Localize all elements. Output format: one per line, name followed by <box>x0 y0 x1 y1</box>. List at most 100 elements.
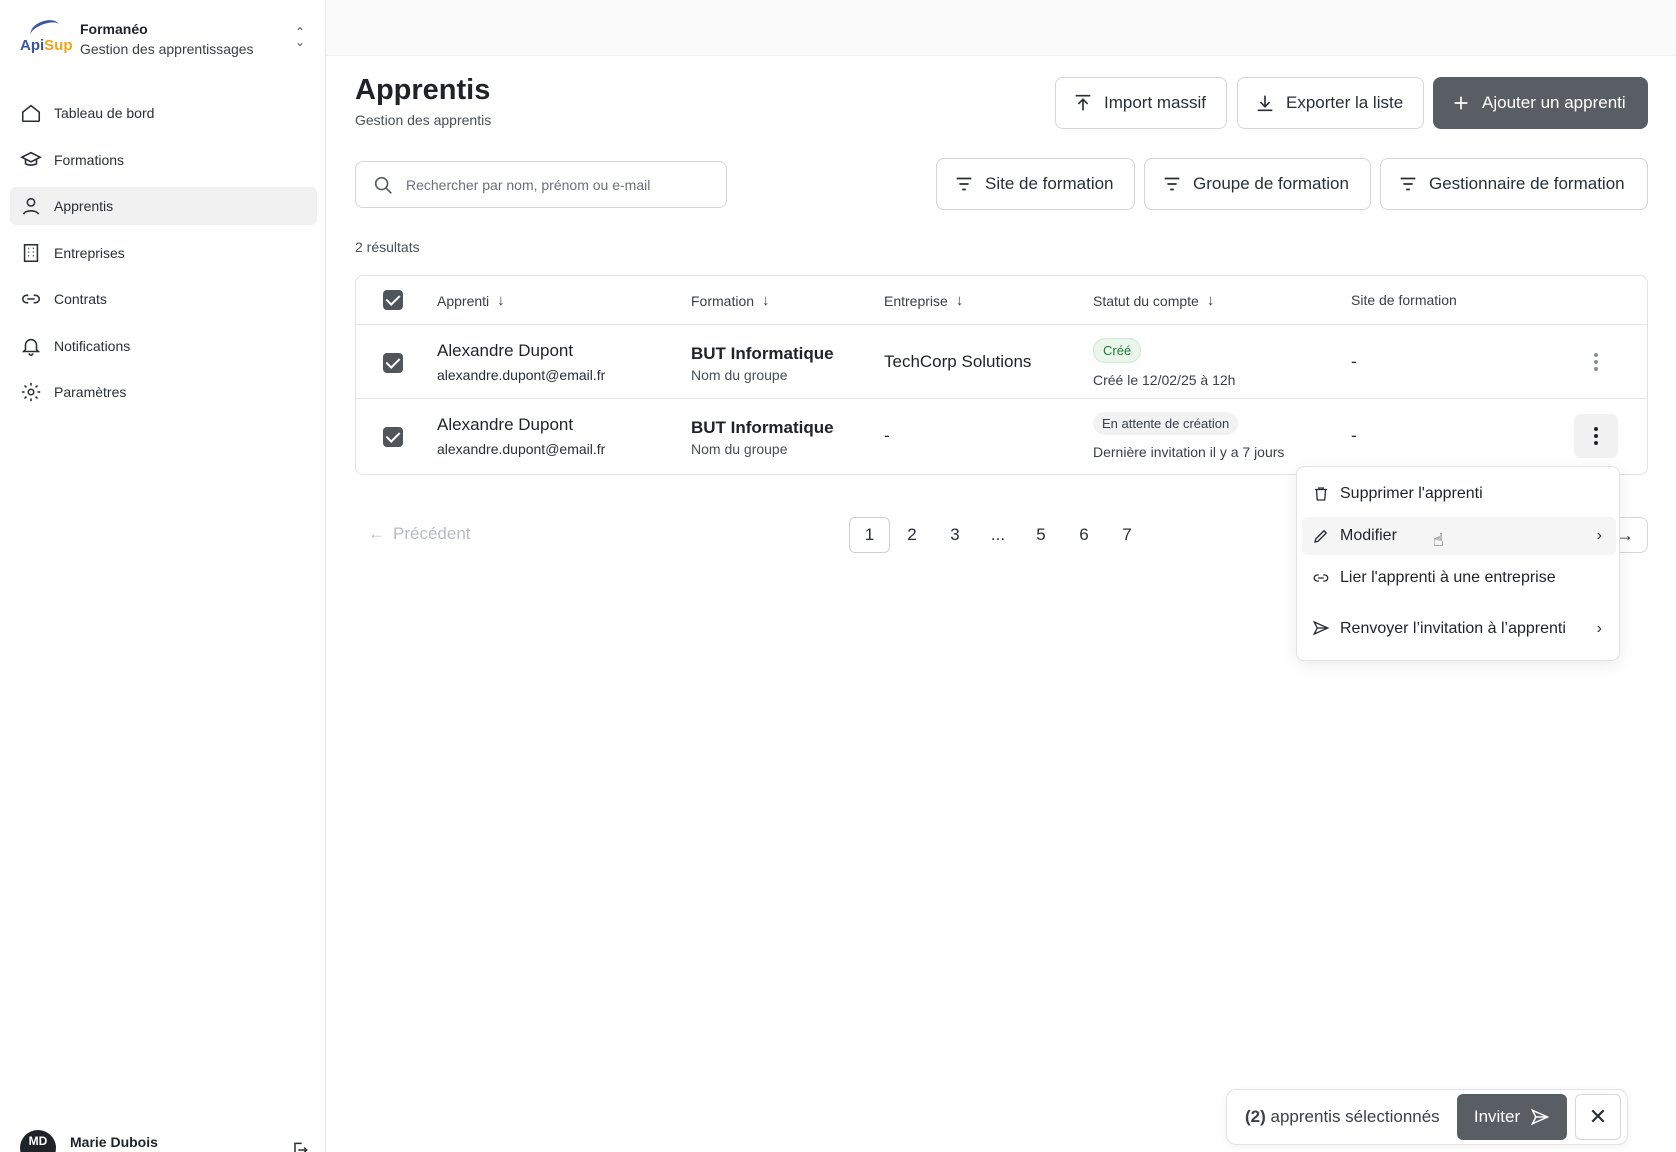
hand-cursor-icon: ☝ <box>1433 530 1444 550</box>
page-ellipsis: ... <box>990 525 1006 544</box>
apprentis-table: Apprenti ↓ Formation ↓ Entreprise ↓ Statut … <box>355 275 1648 475</box>
nav-item-parametres[interactable]: Paramètres <box>10 373 317 411</box>
chevron-right-icon: › <box>1596 527 1602 544</box>
button-label: Précédent <box>393 524 471 543</box>
link-icon <box>21 294 41 304</box>
plus-icon <box>1454 96 1468 110</box>
org-subtitle: Gestion des apprentissages <box>80 41 254 57</box>
button-label: Site de formation <box>985 174 1114 193</box>
nav-item-formations[interactable]: Formations <box>10 141 317 179</box>
apprenti-name: Alexandre Dupont <box>437 415 574 434</box>
menu-item-resend-invite[interactable]: Renvoyer l’invitation à l’apprenti › <box>1302 601 1616 655</box>
invite-button[interactable]: Inviter <box>1457 1094 1567 1140</box>
page-button[interactable]: 6 <box>1063 517 1105 553</box>
button-label: Groupe de formation <box>1193 174 1349 193</box>
groupe-name: Nom du groupe <box>691 367 788 383</box>
org-switcher[interactable]: ApiSup Formanéo Gestion des apprentissag… <box>18 16 310 60</box>
gear-icon <box>21 382 41 402</box>
filter-gestionnaire-button[interactable]: Gestionnaire de formation <box>1380 158 1648 210</box>
add-apprenti-button[interactable]: Ajouter un apprenti <box>1433 77 1648 129</box>
selection-bar: (2) apprentis sélectionnés Inviter ✕ <box>1226 1089 1628 1145</box>
pencil-icon <box>1314 529 1328 543</box>
page-button[interactable]: 2 <box>891 517 933 553</box>
page-button[interactable]: 5 <box>1020 517 1062 553</box>
nav-item-contrats[interactable]: Contrats <box>10 280 317 318</box>
formation-name: BUT Informatique <box>691 418 834 437</box>
close-icon: ✕ <box>1588 1104 1608 1129</box>
site-value: - <box>1351 352 1357 371</box>
page-button[interactable]: 7 <box>1106 517 1148 553</box>
upload-icon <box>1075 94 1091 111</box>
column-formation[interactable]: Formation ↓ <box>691 292 770 309</box>
chevron-right-icon: › <box>1596 619 1602 637</box>
nav-item-notifications[interactable]: Notifications <box>10 327 317 365</box>
entreprise-name: TechCorp Solutions <box>884 352 1032 371</box>
close-selection-button[interactable]: ✕ <box>1575 1094 1621 1140</box>
send-icon <box>1531 1108 1550 1126</box>
more-actions-button[interactable] <box>1574 340 1618 384</box>
bell-icon <box>21 338 41 356</box>
status-badge: Créé <box>1093 338 1142 363</box>
row-checkbox[interactable] <box>383 353 403 373</box>
nav-item-apprentis[interactable]: Apprentis <box>10 187 317 225</box>
graduation-cap-icon <box>20 151 42 166</box>
home-icon <box>21 104 41 123</box>
nav-label: Notifications <box>54 337 131 354</box>
page-button[interactable]: 1 <box>849 517 890 553</box>
site-value: - <box>1351 426 1357 445</box>
org-name: Formanéo <box>80 21 148 37</box>
page-button[interactable]: 3 <box>934 517 976 553</box>
menu-label: Supprimer l'apprenti <box>1340 485 1483 502</box>
filter-icon <box>1400 177 1416 191</box>
nav-label: Formations <box>54 151 125 168</box>
user-icon <box>22 197 40 215</box>
nav-item-entreprises[interactable]: Entreprises <box>10 234 317 272</box>
status-detail: Dernière invitation il y a 7 jours <box>1093 444 1285 460</box>
row-checkbox[interactable] <box>383 427 403 447</box>
table-header: Apprenti ↓ Formation ↓ Entreprise ↓ Statut … <box>356 276 1647 325</box>
selection-count: (2) apprentis sélectionnés <box>1245 1107 1440 1126</box>
column-apprenti[interactable]: Apprenti ↓ <box>437 292 505 309</box>
column-entreprise[interactable]: Entreprise ↓ <box>884 292 963 309</box>
menu-item-edit[interactable]: Modifier › <box>1302 517 1616 555</box>
button-label: Inviter <box>1473 1107 1521 1126</box>
previous-page-button[interactable]: ← Précédent <box>368 524 471 544</box>
menu-item-link-company[interactable]: Lier l'apprenti à une entreprise <box>1302 559 1616 597</box>
table-row[interactable]: Alexandre Dupont alexandre.dupont@email.… <box>356 325 1647 399</box>
select-all-checkbox[interactable] <box>383 290 403 310</box>
import-massif-button[interactable]: Import massif <box>1055 77 1227 129</box>
filter-icon <box>956 177 972 191</box>
search-input[interactable] <box>406 176 706 193</box>
top-bar <box>326 0 1676 56</box>
apprenti-email: alexandre.dupont@email.fr <box>437 367 606 383</box>
sort-arrow-icon: ↓ <box>497 292 505 309</box>
export-list-button[interactable]: Exporter la liste <box>1237 77 1424 129</box>
search-box <box>355 161 727 208</box>
avatar: MD <box>20 1130 56 1152</box>
nav-label: Paramètres <box>54 384 127 400</box>
filter-site-button[interactable]: Site de formation <box>936 158 1135 210</box>
sort-arrow-icon: ↓ <box>1206 292 1215 309</box>
button-label: Import massif <box>1104 93 1207 112</box>
user-name: Marie Dubois <box>70 1134 158 1150</box>
status-detail: Créé le 12/02/25 à 12h <box>1093 372 1236 388</box>
filter-groupe-button[interactable]: Groupe de formation <box>1144 158 1371 210</box>
building-icon <box>23 243 39 262</box>
more-actions-button[interactable] <box>1574 414 1618 458</box>
column-statut[interactable]: Statut du compte ↓ <box>1093 292 1214 309</box>
logout-icon[interactable] <box>290 1140 310 1152</box>
search-icon <box>374 176 392 194</box>
trash-icon <box>1315 487 1327 501</box>
sidebar: ApiSup Formanéo Gestion des apprentissag… <box>0 0 326 1152</box>
menu-label: Lier l'apprenti à une entreprise <box>1340 569 1556 586</box>
button-label: Gestionnaire de formation <box>1429 174 1625 193</box>
entreprise-name: - <box>884 426 890 445</box>
menu-item-delete[interactable]: Supprimer l'apprenti <box>1302 475 1616 513</box>
button-label: Ajouter un apprenti <box>1482 93 1626 112</box>
send-icon <box>1312 620 1330 636</box>
table-row[interactable]: Alexandre Dupont alexandre.dupont@email.… <box>356 400 1647 474</box>
user-profile[interactable]: MD Marie Dubois <box>20 1130 310 1152</box>
nav-label: Tableau de bord <box>54 105 155 121</box>
nav-item-tableau-de-bord[interactable]: Tableau de bord <box>10 94 317 132</box>
menu-label: Modifier <box>1340 527 1397 544</box>
